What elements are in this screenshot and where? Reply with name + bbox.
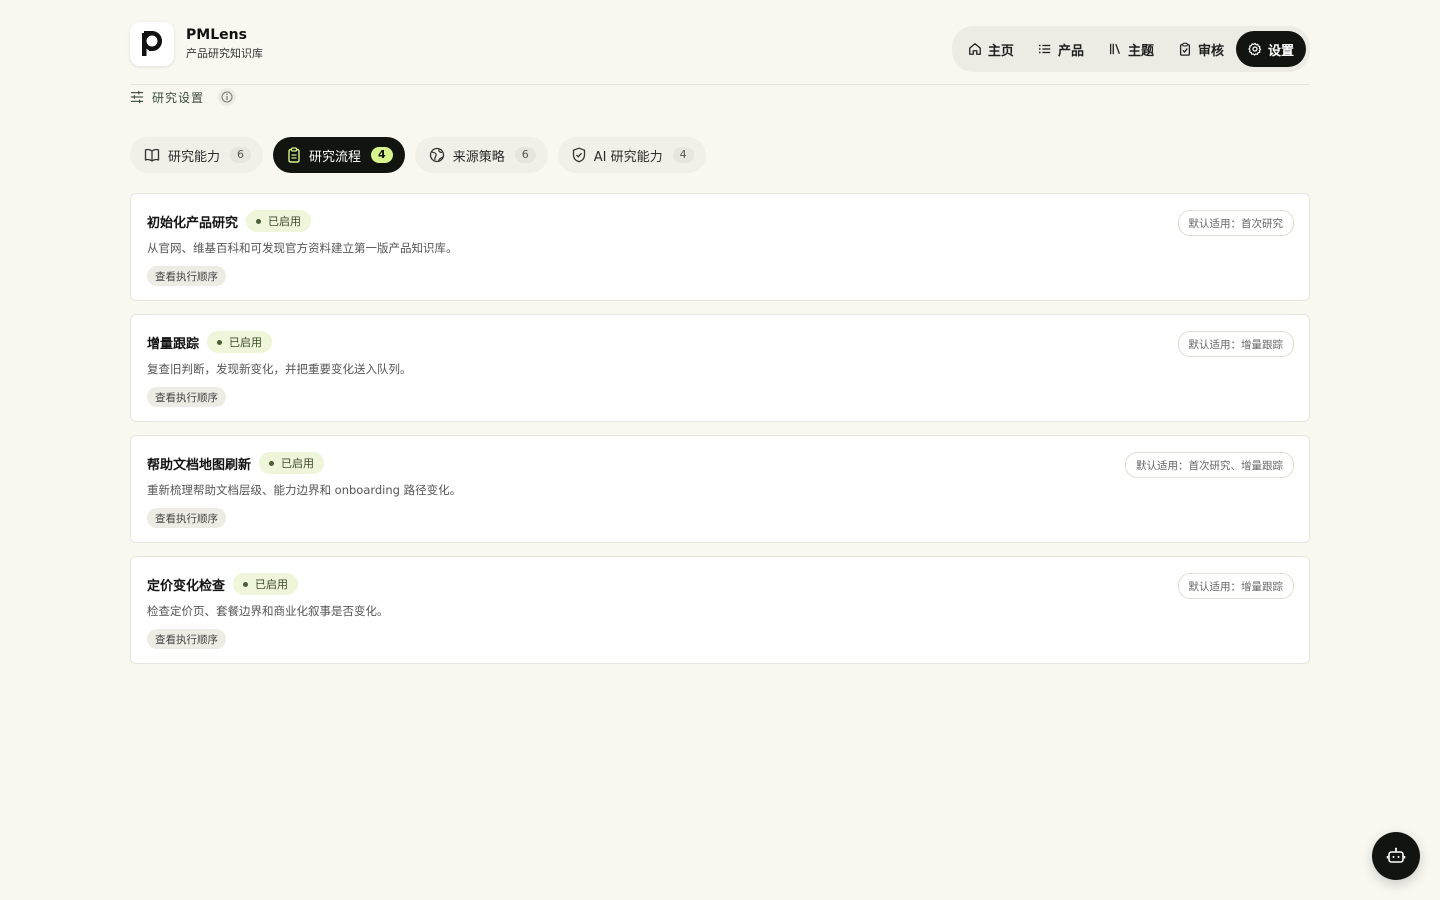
info-icon (221, 91, 233, 103)
tab-count: 4 (672, 147, 694, 163)
book-open-icon (144, 148, 160, 162)
workflow-description: 检查定价页、套餐边界和商业化叙事是否变化。 (147, 604, 389, 618)
nav-home[interactable]: 主页 (956, 31, 1026, 67)
status-dot (256, 218, 262, 224)
view-order-button[interactable]: 查看执行顺序 (147, 508, 226, 528)
research-settings-bar: 研究设置 (130, 88, 237, 106)
view-order-button[interactable]: 查看执行顺序 (147, 629, 226, 649)
scope-badge: 默认适用：首次研究 (1177, 210, 1294, 236)
workflow-card: 定价变化检查 已启用 检查定价页、套餐边界和商业化叙事是否变化。 查看执行顺序 … (130, 556, 1310, 664)
app-header: PMLens 产品研究知识库 主页 产品 主题 审核 设置 (130, 0, 1310, 85)
globe-icon (429, 147, 444, 163)
tab-count: 6 (230, 147, 252, 163)
status-label: 已启用 (268, 215, 302, 228)
workflow-title: 定价变化检查 (147, 578, 226, 594)
status-dot (243, 581, 249, 587)
view-order-button[interactable]: 查看执行顺序 (147, 387, 226, 407)
info-button[interactable] (218, 88, 237, 106)
workflow-list: 初始化产品研究 已启用 从官网、维基百科和可发现官方资料建立第一版产品知识库。 … (130, 193, 1310, 677)
nav-topics-label: 主题 (1127, 43, 1154, 59)
nav-products[interactable]: 产品 (1026, 31, 1096, 67)
nav-review-label: 审核 (1197, 43, 1224, 59)
home-icon (969, 43, 981, 55)
tab-label: AI 研究能力 (593, 149, 663, 165)
tab-research-flow[interactable]: 研究流程 4 (273, 137, 405, 173)
clipboard-check-icon (1179, 42, 1190, 56)
status-badge: 已启用 (233, 573, 299, 595)
assistant-button[interactable] (1372, 832, 1420, 880)
workflow-card: 帮助文档地图刷新 已启用 重新梳理帮助文档层级、能力边界和 onboarding… (130, 435, 1310, 543)
app-subtitle: 产品研究知识库 (186, 47, 263, 60)
sliders-icon (130, 90, 144, 104)
scope-badge: 默认适用：增量跟踪 (1177, 573, 1294, 599)
nav-settings-label: 设置 (1267, 43, 1294, 59)
status-label: 已启用 (281, 457, 315, 470)
scope-badge: 默认适用：增量跟踪 (1177, 331, 1294, 357)
tab-research-capability[interactable]: 研究能力 6 (130, 137, 264, 173)
tab-label: 研究能力 (168, 149, 221, 165)
workflow-description: 重新梳理帮助文档层级、能力边界和 onboarding 路径变化。 (147, 483, 462, 497)
main-nav: 主页 产品 主题 审核 设置 (951, 26, 1310, 72)
nav-products-label: 产品 (1057, 43, 1084, 59)
workflow-description: 从官网、维基百科和可发现官方资料建立第一版产品知识库。 (147, 241, 458, 255)
nav-topics[interactable]: 主题 (1096, 31, 1166, 67)
status-badge: 已启用 (259, 452, 325, 474)
workflow-card: 增量跟踪 已启用 复查旧判断，发现新变化，并把重要变化送入队列。 查看执行顺序 … (130, 314, 1310, 422)
tab-source-strategy[interactable]: 来源策略 6 (414, 137, 548, 173)
nav-review[interactable]: 审核 (1166, 31, 1236, 67)
app-name: PMLens (186, 27, 247, 43)
research-settings-label: 研究设置 (152, 90, 205, 105)
settings-tabs: 研究能力 6 研究流程 4 来源策略 6 AI 研究能力 4 (130, 137, 716, 173)
nav-home-label: 主页 (987, 43, 1014, 59)
nav-settings[interactable]: 设置 (1235, 31, 1306, 67)
workflow-card: 初始化产品研究 已启用 从官网、维基百科和可发现官方资料建立第一版产品知识库。 … (130, 193, 1310, 301)
status-dot (269, 460, 275, 466)
logo-mark-icon (142, 31, 162, 56)
clipboard-icon (288, 147, 300, 163)
logo (130, 22, 174, 66)
tab-label: 来源策略 (452, 149, 505, 165)
status-badge: 已启用 (207, 331, 273, 353)
shield-icon (572, 147, 585, 163)
workflow-description: 复查旧判断，发现新变化，并把重要变化送入队列。 (147, 362, 412, 376)
scope-badge: 默认适用：首次研究、增量跟踪 (1125, 452, 1294, 478)
library-icon (1109, 43, 1120, 55)
bot-icon (1386, 847, 1406, 863)
tab-count: 6 (514, 147, 536, 163)
status-dot (217, 339, 223, 345)
brand[interactable]: PMLens 产品研究知识库 (130, 22, 263, 66)
tab-label: 研究流程 (309, 149, 362, 165)
tab-ai-capability[interactable]: AI 研究能力 4 (557, 137, 706, 173)
status-badge: 已启用 (246, 210, 312, 232)
workflow-title: 初始化产品研究 (147, 215, 239, 231)
workflow-title: 增量跟踪 (147, 336, 200, 352)
gear-icon (1248, 42, 1262, 56)
view-order-button[interactable]: 查看执行顺序 (147, 266, 226, 286)
tab-count: 4 (371, 147, 393, 163)
workflow-title: 帮助文档地图刷新 (147, 457, 252, 473)
status-label: 已启用 (255, 578, 289, 591)
list-icon (1038, 44, 1051, 54)
status-label: 已启用 (229, 336, 263, 349)
